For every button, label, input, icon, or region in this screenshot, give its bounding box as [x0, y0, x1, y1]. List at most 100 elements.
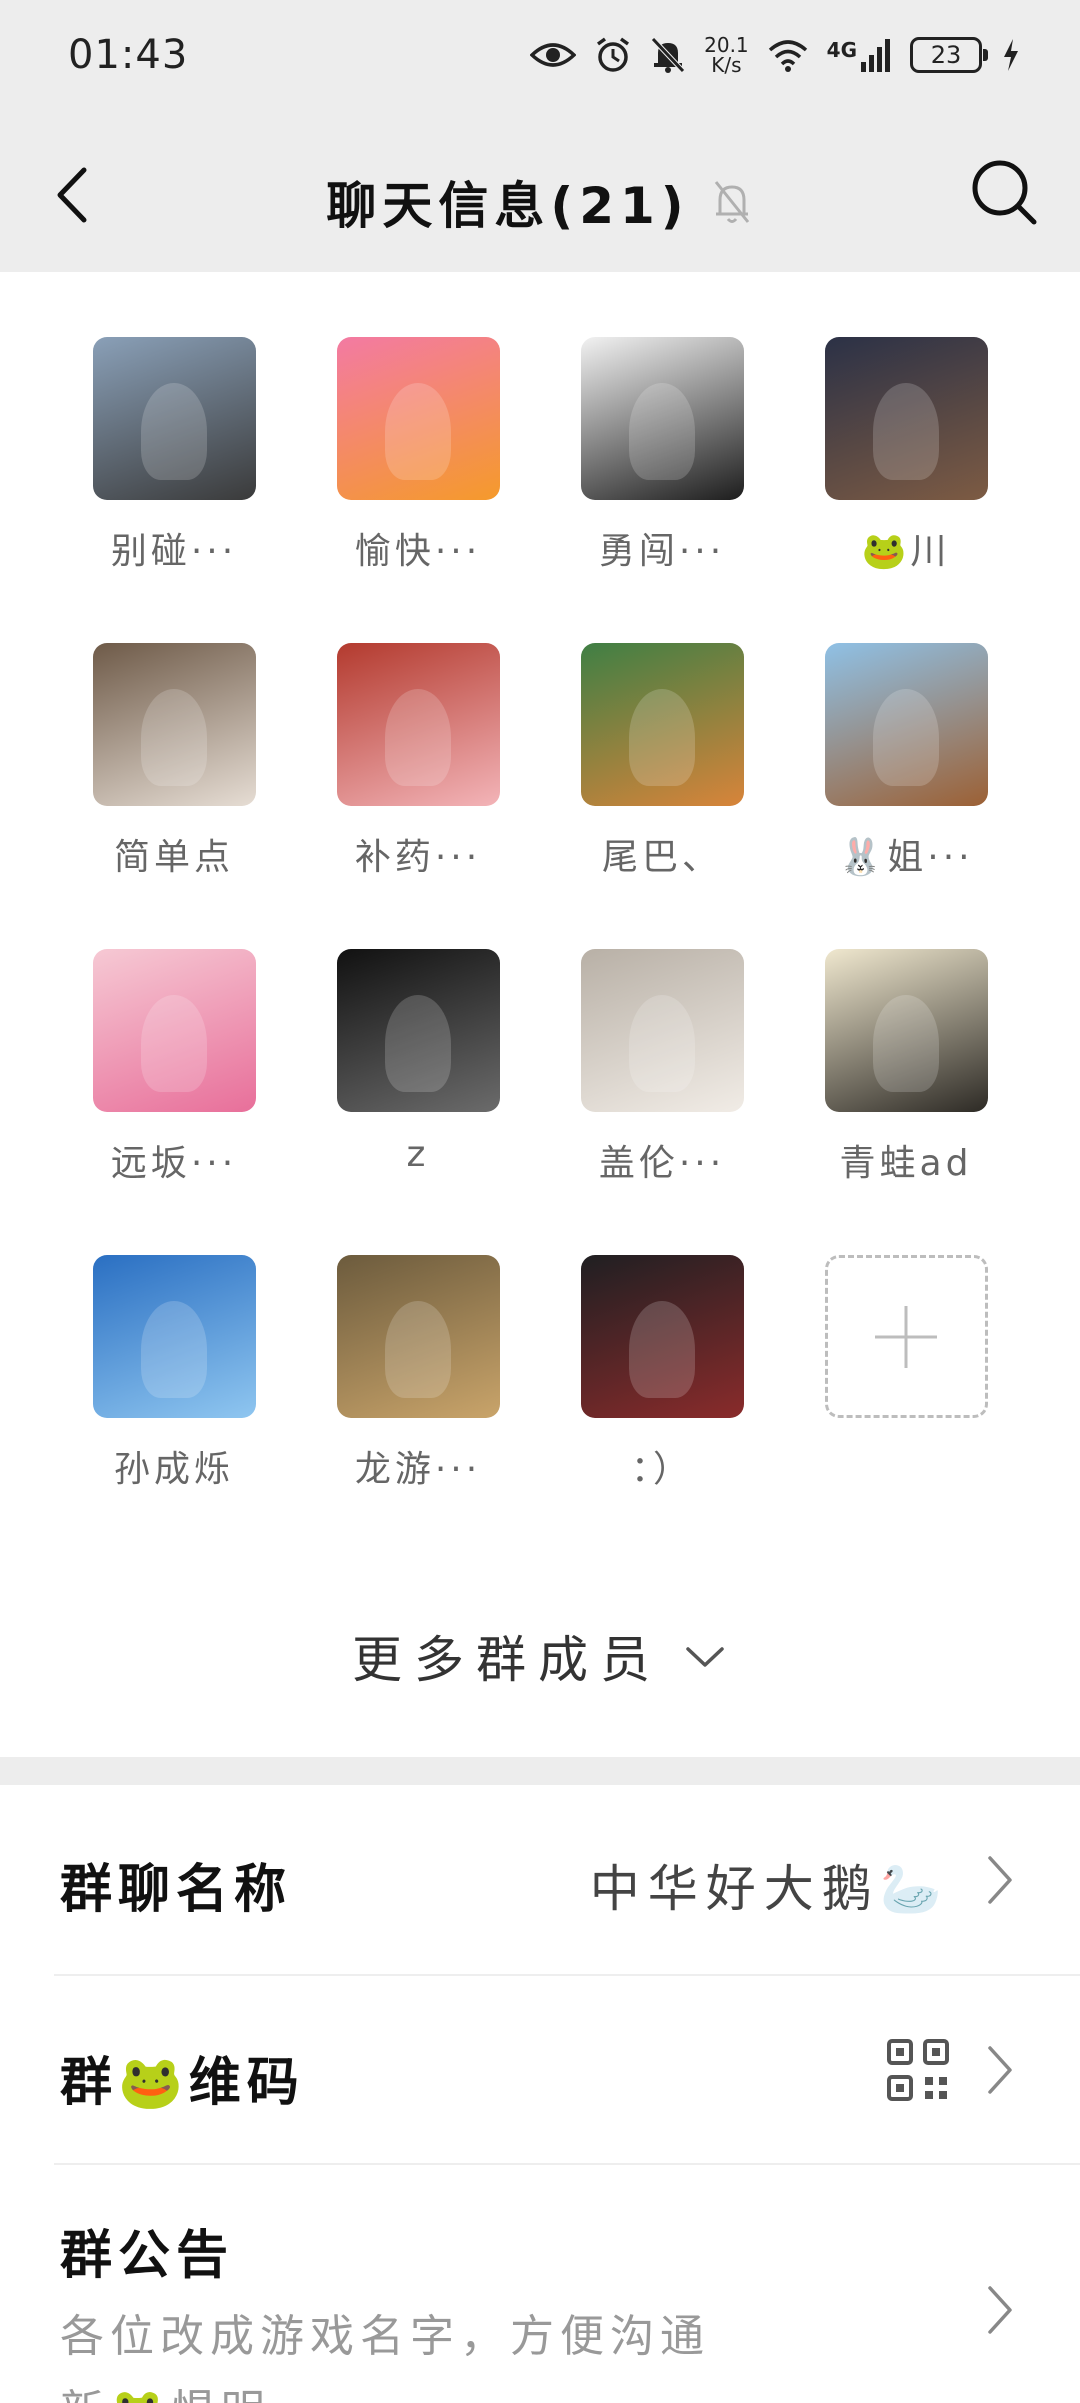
more-members-label: 更多群成员	[352, 1631, 662, 1689]
member-name: 远坂···	[110, 1143, 238, 1184]
avatar-figure	[629, 1300, 695, 1399]
chevron-right-icon	[988, 2286, 1012, 2334]
member-name: 龙游···	[354, 1449, 482, 1490]
avatar-figure	[385, 688, 451, 787]
muted-bell-icon	[714, 181, 749, 223]
group-notice-label: 群公告	[60, 2226, 235, 2286]
group-notice-text: 各位改成游戏名字，方便沟通	[60, 2311, 710, 2362]
page-title: 聊天信息(21)	[326, 177, 690, 235]
avatar-figure	[873, 994, 939, 1093]
member-tile[interactable]: 勇闯···	[562, 337, 762, 574]
member-tile[interactable]: 龙游···	[318, 1255, 518, 1492]
member-tile[interactable]: 补药···	[318, 643, 518, 880]
avatar-figure	[873, 382, 939, 481]
nav-bar: 聊天信息(21)	[0, 118, 1080, 272]
member-avatar[interactable]	[92, 337, 256, 500]
chevron-right-icon	[988, 2046, 1012, 2094]
member-tile[interactable]: 青蛙ad	[806, 949, 1006, 1186]
add-member-button[interactable]	[806, 1255, 1006, 1418]
member-avatar[interactable]	[580, 337, 744, 500]
member-avatar[interactable]	[336, 949, 500, 1112]
member-tile[interactable]: 远坂···	[74, 949, 274, 1186]
member-name: 别碰···	[110, 531, 238, 572]
signal-bars-icon	[861, 39, 890, 72]
avatar-figure	[629, 688, 695, 787]
member-tile[interactable]: 🐰姐···	[806, 643, 1006, 880]
member-tile[interactable]: 愉快···	[318, 337, 518, 574]
net-speed-unit: K/s	[711, 53, 742, 77]
alarm-icon	[597, 37, 630, 72]
member-avatar[interactable]	[92, 643, 256, 806]
member-tile[interactable]: 盖伦···	[562, 949, 762, 1186]
group-name-row[interactable]: 群聊名称 中华好大鹅🦢	[0, 1785, 1080, 1975]
chevron-down-icon	[686, 1647, 724, 1667]
avatar-figure	[385, 994, 451, 1093]
mute-bell-icon	[651, 37, 685, 73]
net-speed: 20.1 K/s	[704, 35, 749, 75]
charging-icon	[1004, 39, 1018, 71]
member-tile[interactable]: 孙成烁	[74, 1255, 274, 1492]
member-name: 简单点	[113, 837, 234, 878]
member-avatar[interactable]	[824, 643, 988, 806]
group-qr-row[interactable]: 群🐸维码	[0, 1976, 1080, 2164]
cell-signal: 4G	[827, 38, 892, 72]
section-divider	[0, 1757, 1080, 1785]
member-avatar[interactable]	[92, 1255, 256, 1418]
member-avatar[interactable]	[824, 949, 988, 1112]
chevron-right-icon	[988, 1856, 1012, 1904]
group-qr-label: 群🐸维码	[60, 2053, 305, 2113]
member-name: 孙成烁	[113, 1449, 234, 1490]
member-tile[interactable]: 尾巴、	[562, 643, 762, 880]
member-tile[interactable]: 别碰···	[74, 337, 274, 574]
avatar-figure	[141, 688, 207, 787]
avatar-figure	[385, 1300, 451, 1399]
member-tile[interactable]: 🐸川	[806, 337, 1006, 574]
search-icon[interactable]	[964, 152, 1044, 232]
group-name-label: 群聊名称	[60, 1860, 293, 1920]
member-avatar[interactable]	[92, 949, 256, 1112]
battery-indicator: 23	[910, 37, 988, 73]
status-icons: 20.1 K/s 4G 23	[530, 30, 1020, 80]
member-tile[interactable]: 简单点	[74, 643, 274, 880]
member-name: 愉快···	[354, 531, 482, 572]
member-avatar[interactable]	[336, 337, 500, 500]
avatar-figure	[141, 382, 207, 481]
member-name: 补药···	[354, 837, 482, 878]
group-notice-text-line2: 新🐸惧明，...	[60, 2375, 381, 2403]
network-type: 4G	[826, 38, 857, 62]
avatar-figure	[141, 994, 207, 1093]
status-time: 01:43	[68, 32, 189, 78]
wifi-icon	[768, 40, 807, 72]
avatar-figure	[385, 382, 451, 481]
member-avatar[interactable]	[336, 1255, 500, 1418]
member-name: 🐸川	[861, 531, 951, 572]
net-speed-value: 20.1	[704, 33, 749, 57]
member-tile[interactable]: z	[318, 949, 518, 1175]
more-members-button[interactable]: 更多群成员	[0, 1620, 1080, 1692]
eye-icon	[530, 43, 577, 67]
group-name-value: 中华好大鹅🦢	[589, 1860, 950, 1918]
member-avatar[interactable]	[824, 337, 988, 500]
member-avatar[interactable]	[580, 1255, 744, 1418]
qr-code-icon	[887, 2039, 949, 2101]
member-avatar[interactable]	[580, 949, 744, 1112]
avatar-figure	[629, 382, 695, 481]
avatar-figure	[873, 688, 939, 787]
member-name: 勇闯···	[598, 531, 726, 572]
member-name: 🐰姐···	[838, 837, 974, 878]
member-name: 尾巴、	[601, 837, 722, 878]
group-notice-row[interactable]: 群公告	[0, 2165, 1080, 2403]
member-avatar[interactable]	[336, 643, 500, 806]
member-name: 青蛙ad	[839, 1143, 973, 1184]
member-grid: 别碰··· 愉快··· 勇闯··· 🐸川简单点 补药··· 尾巴、 🐰姐··· 远坂··· z 盖…	[0, 272, 1080, 1757]
member-avatar[interactable]	[580, 643, 744, 806]
member-name: z	[406, 1134, 430, 1175]
status-bar: 01:43 20.1 K/s 4G 23	[0, 0, 1080, 118]
nav-title-wrap: 聊天信息(21)	[0, 166, 1080, 238]
member-tile[interactable]: ：）	[562, 1255, 762, 1492]
avatar-figure	[629, 994, 695, 1093]
avatar-figure	[141, 1300, 207, 1399]
plus-icon[interactable]	[824, 1255, 988, 1418]
member-name: 盖伦···	[598, 1143, 726, 1184]
member-name: ：）	[630, 1449, 693, 1490]
